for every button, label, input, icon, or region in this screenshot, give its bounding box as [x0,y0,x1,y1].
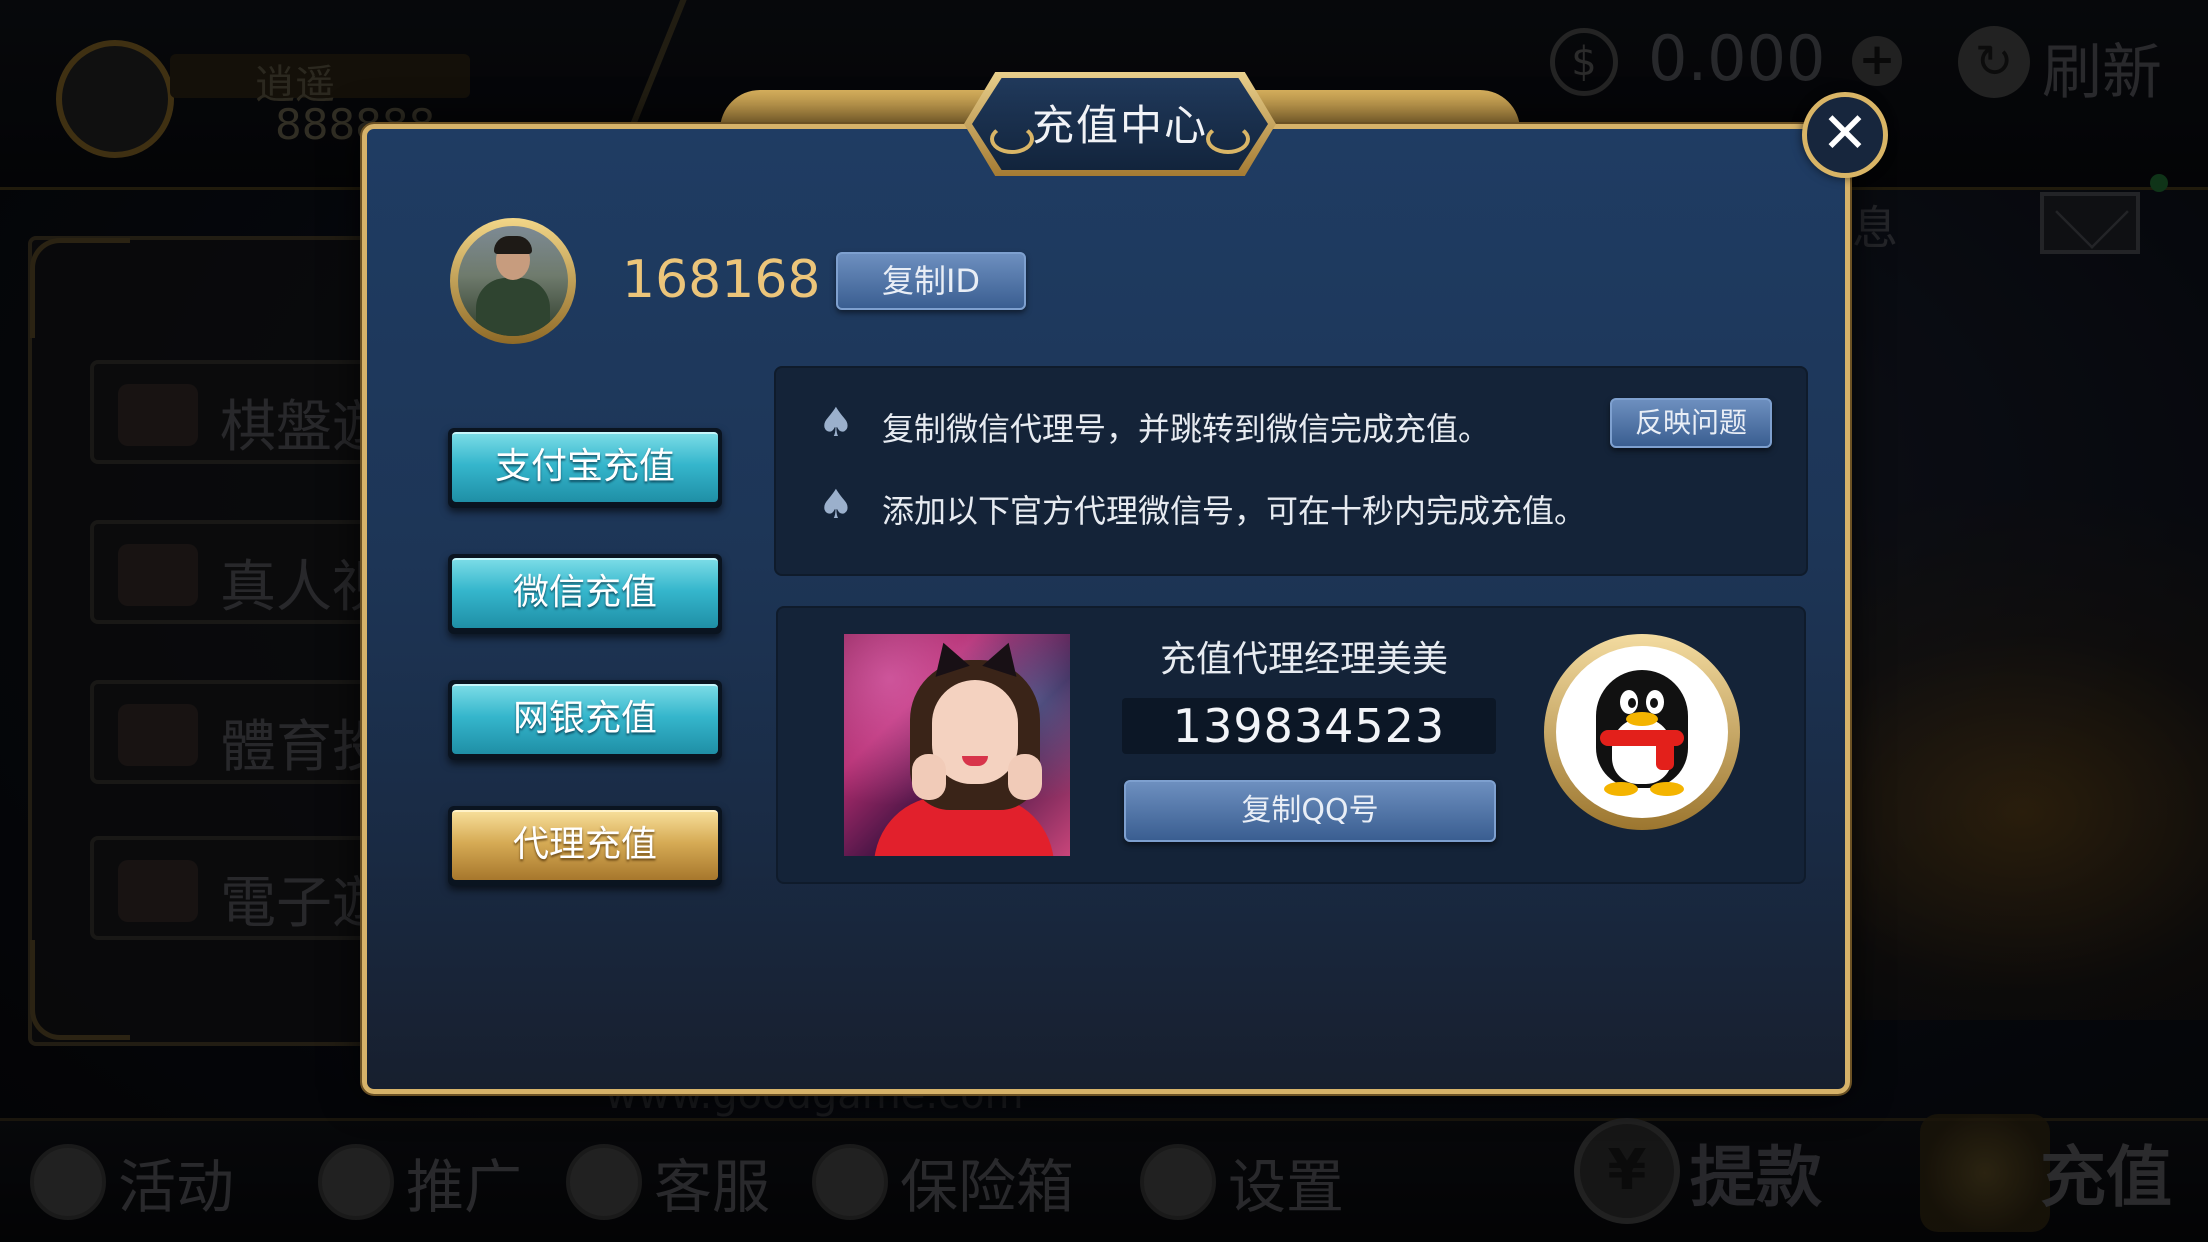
instruction-line: 添加以下官方代理微信号，可在十秒内完成充值。 [882,492,1587,530]
nav-label: 代理充值 [452,810,718,880]
avatar-photo [458,226,568,336]
spade-icon: ♠ [818,400,854,446]
close-icon: ✕ [1821,101,1869,166]
nav-wechat-recharge[interactable]: 微信充值 [448,554,722,634]
instruction-line: 复制微信代理号，并跳转到微信完成充值。 [882,410,1491,448]
agent-qq-number: 139834523 [1172,699,1446,753]
nav-alipay-recharge[interactable]: 支付宝充值 [448,428,722,508]
swirl-ornament-icon [990,124,1034,154]
agent-photo [844,634,1070,856]
nav-label: 网银充值 [452,684,718,754]
report-issue-button[interactable]: 反映问题 [1610,398,1772,448]
copy-id-button[interactable]: 复制ID [836,252,1026,310]
user-avatar [450,218,576,344]
swirl-ornament-icon [1206,124,1250,154]
user-id: 168168 [622,250,821,310]
nav-agent-recharge[interactable]: 代理充值 [448,806,722,886]
nav-label: 支付宝充值 [452,432,718,502]
nav-bank-recharge[interactable]: 网银充值 [448,680,722,760]
spade-icon: ♠ [818,482,854,528]
copy-qq-button[interactable]: 复制QQ号 [1124,780,1496,842]
qq-penguin-icon[interactable] [1544,634,1740,830]
close-button[interactable]: ✕ [1802,92,1888,178]
agent-name: 充值代理经理美美 [1159,639,1448,680]
nav-label: 微信充值 [452,558,718,628]
